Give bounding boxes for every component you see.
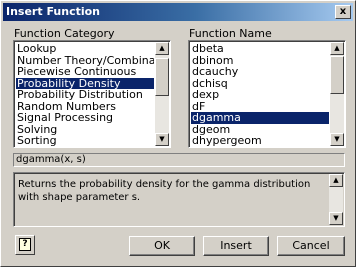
list-item[interactable]: dchisq xyxy=(191,78,329,90)
insert-button[interactable]: Insert xyxy=(203,236,269,256)
scroll-up-icon: ▲ xyxy=(333,176,339,184)
list-item[interactable]: dexp xyxy=(191,89,329,101)
scroll-up-icon: ▲ xyxy=(159,44,165,52)
window-title: Insert Function xyxy=(6,5,101,18)
scroll-up-button[interactable]: ▲ xyxy=(155,42,169,55)
function-category-list[interactable]: LookupNumber Theory/CombinatoricsPiecewi… xyxy=(13,40,171,148)
title-bar[interactable]: Insert Function x xyxy=(3,3,353,21)
list-item[interactable]: Signal Processing xyxy=(16,112,154,124)
close-button[interactable]: x xyxy=(335,5,351,19)
function-description-box: Returns the probability density for the … xyxy=(13,172,345,227)
function-category-label: Function Category xyxy=(14,27,115,40)
description-scrollbar[interactable]: ▲ ▼ xyxy=(329,174,343,225)
list-item[interactable]: Random Numbers xyxy=(16,101,154,113)
list-item[interactable]: dbeta xyxy=(191,43,329,55)
help-button[interactable]: ? xyxy=(15,235,35,255)
list-item[interactable]: dF xyxy=(191,101,329,113)
scroll-down-icon: ▼ xyxy=(334,135,340,143)
list-item[interactable]: dhypergeom xyxy=(191,135,329,147)
function-name-list[interactable]: dbeta dbinom dcauchy dchisq dexp dF dgamma dgeo… xyxy=(188,40,346,148)
scroll-thumb[interactable] xyxy=(155,58,169,96)
list-item[interactable]: Number Theory/Combinatorics xyxy=(16,55,154,67)
scroll-down-button[interactable]: ▼ xyxy=(329,212,343,225)
category-scrollbar[interactable]: ▲ ▼ xyxy=(155,42,169,146)
close-icon: x xyxy=(339,6,347,17)
ok-button[interactable]: OK xyxy=(129,236,195,256)
list-item[interactable]: Lookup xyxy=(16,43,154,55)
list-item[interactable]: Solving xyxy=(16,124,154,136)
help-icon: ? xyxy=(19,238,31,251)
list-item[interactable]: dgeom xyxy=(191,124,329,136)
list-item[interactable]: dgamma xyxy=(191,112,329,124)
scroll-down-button[interactable]: ▼ xyxy=(330,133,344,146)
scroll-down-icon: ▼ xyxy=(159,135,165,143)
scroll-down-button[interactable]: ▼ xyxy=(155,133,169,146)
function-scrollbar[interactable]: ▲ ▼ xyxy=(330,42,344,146)
scroll-up-button[interactable]: ▲ xyxy=(329,174,343,187)
list-item[interactable]: dbinom xyxy=(191,55,329,67)
function-description: Returns the probability density for the … xyxy=(18,179,311,203)
scroll-down-icon: ▼ xyxy=(333,214,339,222)
function-syntax: dgamma(x, s) xyxy=(13,153,345,167)
scroll-thumb[interactable] xyxy=(330,56,344,94)
list-item[interactable]: Sorting xyxy=(16,135,154,147)
scroll-up-icon: ▲ xyxy=(334,44,340,52)
cancel-button[interactable]: Cancel xyxy=(277,236,345,256)
insert-function-dialog: Insert Function x Function Category Func… xyxy=(0,0,356,267)
function-name-label: Function Name xyxy=(189,27,272,40)
list-item[interactable]: Piecewise Continuous xyxy=(16,66,154,78)
scroll-up-button[interactable]: ▲ xyxy=(330,42,344,55)
list-item[interactable]: Probability Distribution xyxy=(16,89,154,101)
list-item[interactable]: Probability Density xyxy=(16,77,154,89)
list-item[interactable]: dcauchy xyxy=(191,66,329,78)
